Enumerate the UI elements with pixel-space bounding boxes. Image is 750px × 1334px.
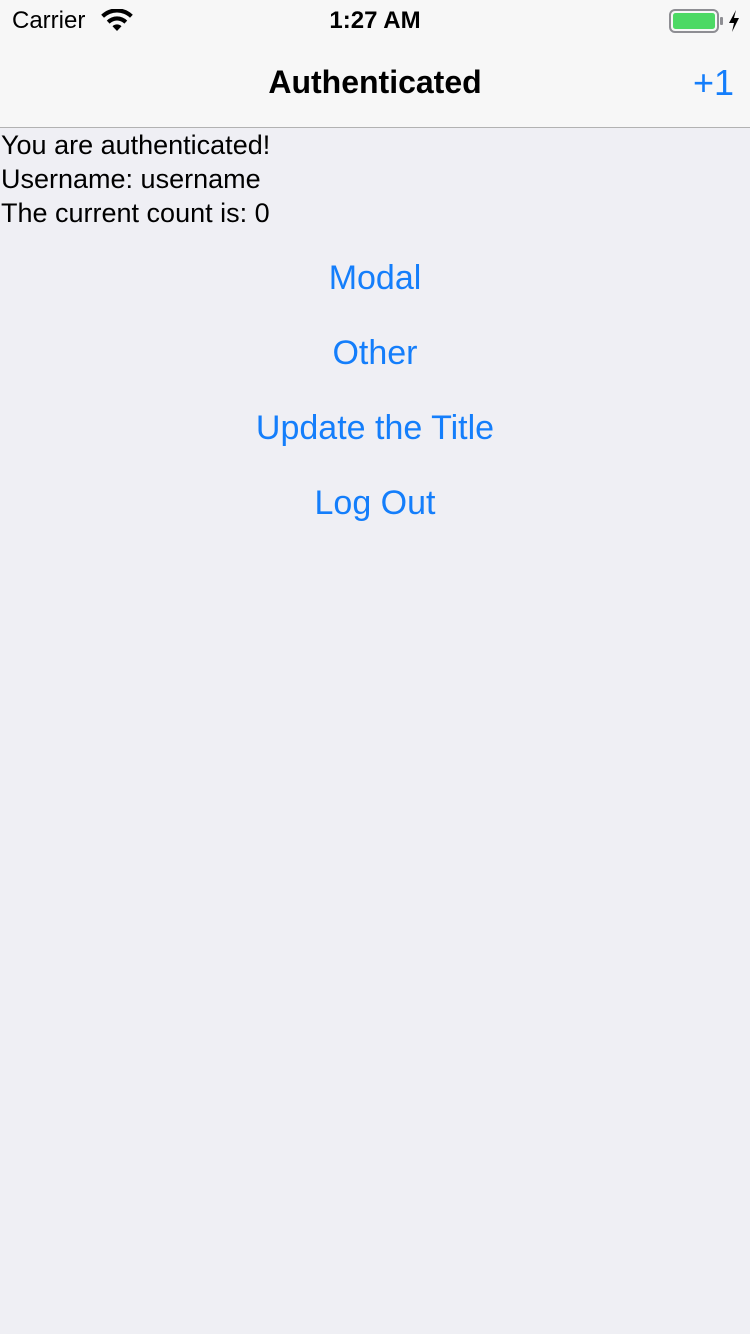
status-time: 1:27 AM <box>329 7 421 34</box>
screen: Carrier 1:27 AM Authenticated +1 You are… <box>0 0 750 1334</box>
battery-icon <box>669 9 723 33</box>
count-text: The current count is: 0 <box>1 198 270 228</box>
username-text: Username: username <box>1 164 261 194</box>
charging-bolt-icon <box>729 10 739 32</box>
modal-button[interactable]: Modal <box>0 240 750 315</box>
other-button[interactable]: Other <box>0 315 750 390</box>
log-out-button[interactable]: Log Out <box>0 465 750 540</box>
page-title: Authenticated <box>268 64 482 100</box>
navigation-bar: Authenticated +1 <box>0 40 750 127</box>
status-bar: Carrier 1:27 AM <box>0 0 750 40</box>
auth-status-text: You are authenticated! <box>1 130 271 160</box>
update-title-button[interactable]: Update the Title <box>0 390 750 465</box>
button-list: Modal Other Update the Title Log Out <box>0 240 750 540</box>
top-chrome: Carrier 1:27 AM Authenticated +1 <box>0 0 750 128</box>
content: You are authenticated! Username: usernam… <box>0 128 750 540</box>
increment-button[interactable]: +1 <box>693 62 734 104</box>
